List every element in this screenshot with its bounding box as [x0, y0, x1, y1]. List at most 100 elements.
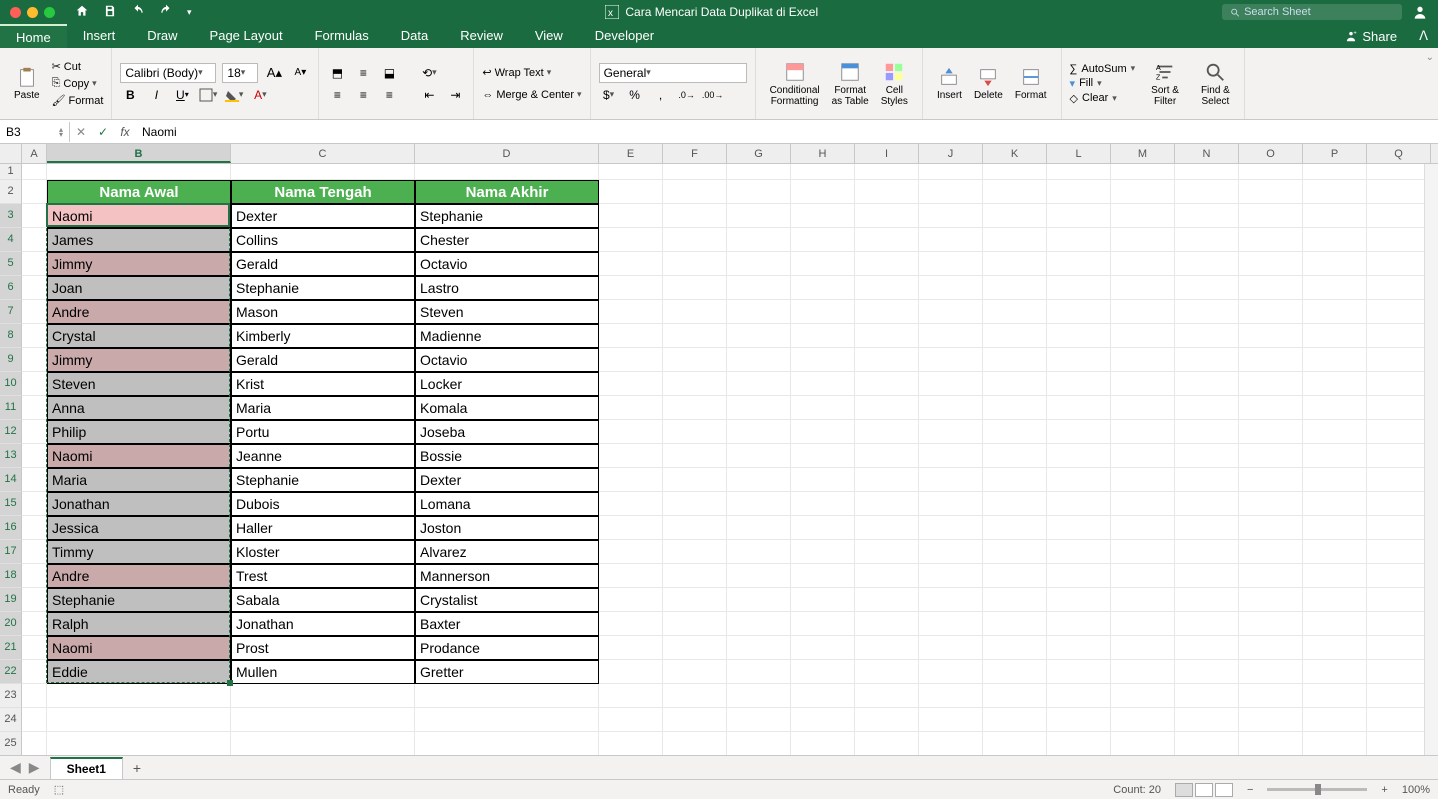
- decrease-font-button[interactable]: A▾: [290, 63, 310, 83]
- fill-handle[interactable]: [227, 680, 233, 686]
- cell-G12[interactable]: [727, 420, 791, 444]
- cell-L21[interactable]: [1047, 636, 1111, 660]
- cell-M11[interactable]: [1111, 396, 1175, 420]
- cell-Q15[interactable]: [1367, 492, 1431, 516]
- cell-N23[interactable]: [1175, 684, 1239, 708]
- cell-I11[interactable]: [855, 396, 919, 420]
- zoom-out-button[interactable]: −: [1247, 784, 1253, 796]
- cell-O16[interactable]: [1239, 516, 1303, 540]
- cell-L24[interactable]: [1047, 708, 1111, 732]
- cell-P24[interactable]: [1303, 708, 1367, 732]
- cell-Q20[interactable]: [1367, 612, 1431, 636]
- cell-C14[interactable]: Stephanie: [231, 468, 415, 492]
- cell-D16[interactable]: Joston: [415, 516, 599, 540]
- cell-D13[interactable]: Bossie: [415, 444, 599, 468]
- save-icon[interactable]: [103, 4, 117, 21]
- cell-M16[interactable]: [1111, 516, 1175, 540]
- cell-D7[interactable]: Steven: [415, 300, 599, 324]
- page-break-view-button[interactable]: [1215, 783, 1233, 797]
- cell-C9[interactable]: Gerald: [231, 348, 415, 372]
- cell-D4[interactable]: Chester: [415, 228, 599, 252]
- cell-J1[interactable]: [919, 164, 983, 180]
- cell-Q6[interactable]: [1367, 276, 1431, 300]
- cell-E3[interactable]: [599, 204, 663, 228]
- orientation-button[interactable]: ⟲: [419, 63, 439, 83]
- cell-K14[interactable]: [983, 468, 1047, 492]
- cell-L1[interactable]: [1047, 164, 1111, 180]
- merge-center-button[interactable]: ⇔Merge & Center: [482, 89, 581, 101]
- fill-button[interactable]: ▾Fill: [1070, 77, 1136, 90]
- align-left-button[interactable]: ≡: [327, 85, 347, 105]
- macro-record-icon[interactable]: ⬚: [54, 783, 64, 796]
- cell-C7[interactable]: Mason: [231, 300, 415, 324]
- cell-D24[interactable]: [415, 708, 599, 732]
- cell-G3[interactable]: [727, 204, 791, 228]
- cell-G8[interactable]: [727, 324, 791, 348]
- cell-D10[interactable]: Locker: [415, 372, 599, 396]
- cell-O15[interactable]: [1239, 492, 1303, 516]
- cell-J6[interactable]: [919, 276, 983, 300]
- cell-C3[interactable]: Dexter: [231, 204, 415, 228]
- cell-E4[interactable]: [599, 228, 663, 252]
- cell-G2[interactable]: [727, 180, 791, 204]
- row-header-7[interactable]: 7: [0, 300, 22, 324]
- cell-H5[interactable]: [791, 252, 855, 276]
- cell-G17[interactable]: [727, 540, 791, 564]
- enter-formula-button[interactable]: ✓: [92, 125, 114, 139]
- cell-F10[interactable]: [663, 372, 727, 396]
- cell-F23[interactable]: [663, 684, 727, 708]
- cell-Q11[interactable]: [1367, 396, 1431, 420]
- column-header-O[interactable]: O: [1239, 144, 1303, 163]
- cancel-formula-button[interactable]: ✕: [70, 125, 92, 139]
- copy-button[interactable]: ⎘Copy: [52, 77, 104, 90]
- tab-view[interactable]: View: [519, 24, 579, 48]
- cell-P21[interactable]: [1303, 636, 1367, 660]
- cell-M5[interactable]: [1111, 252, 1175, 276]
- cell-N24[interactable]: [1175, 708, 1239, 732]
- cell-G9[interactable]: [727, 348, 791, 372]
- cell-I12[interactable]: [855, 420, 919, 444]
- cell-Q5[interactable]: [1367, 252, 1431, 276]
- format-painter-button[interactable]: 🖌Format: [52, 94, 104, 107]
- row-header-23[interactable]: 23: [0, 684, 22, 708]
- cell-K24[interactable]: [983, 708, 1047, 732]
- zoom-slider[interactable]: [1267, 788, 1367, 791]
- cell-G25[interactable]: [727, 732, 791, 755]
- format-as-table-button[interactable]: Format as Table: [826, 59, 875, 109]
- row-header-1[interactable]: 1: [0, 164, 22, 180]
- cell-G19[interactable]: [727, 588, 791, 612]
- zoom-value[interactable]: 100%: [1402, 784, 1430, 796]
- cell-G16[interactable]: [727, 516, 791, 540]
- cell-D8[interactable]: Madienne: [415, 324, 599, 348]
- formula-input[interactable]: [136, 122, 1438, 142]
- cell-F17[interactable]: [663, 540, 727, 564]
- cell-D14[interactable]: Dexter: [415, 468, 599, 492]
- cell-O1[interactable]: [1239, 164, 1303, 180]
- cell-C15[interactable]: Dubois: [231, 492, 415, 516]
- cell-H9[interactable]: [791, 348, 855, 372]
- row-header-18[interactable]: 18: [0, 564, 22, 588]
- cell-O8[interactable]: [1239, 324, 1303, 348]
- add-sheet-button[interactable]: +: [123, 756, 151, 780]
- column-header-M[interactable]: M: [1111, 144, 1175, 163]
- cell-L10[interactable]: [1047, 372, 1111, 396]
- cell-F18[interactable]: [663, 564, 727, 588]
- cell-D21[interactable]: Prodance: [415, 636, 599, 660]
- tab-review[interactable]: Review: [444, 24, 519, 48]
- cell-M15[interactable]: [1111, 492, 1175, 516]
- cell-B7[interactable]: Andre: [47, 300, 231, 324]
- cell-J17[interactable]: [919, 540, 983, 564]
- cell-Q23[interactable]: [1367, 684, 1431, 708]
- row-header-20[interactable]: 20: [0, 612, 22, 636]
- cell-K7[interactable]: [983, 300, 1047, 324]
- row-header-11[interactable]: 11: [0, 396, 22, 420]
- cell-E17[interactable]: [599, 540, 663, 564]
- cell-C25[interactable]: [231, 732, 415, 755]
- cell-Q21[interactable]: [1367, 636, 1431, 660]
- cell-Q1[interactable]: [1367, 164, 1431, 180]
- normal-view-button[interactable]: [1175, 783, 1193, 797]
- row-header-17[interactable]: 17: [0, 540, 22, 564]
- cell-B4[interactable]: James: [47, 228, 231, 252]
- cell-N4[interactable]: [1175, 228, 1239, 252]
- cell-L6[interactable]: [1047, 276, 1111, 300]
